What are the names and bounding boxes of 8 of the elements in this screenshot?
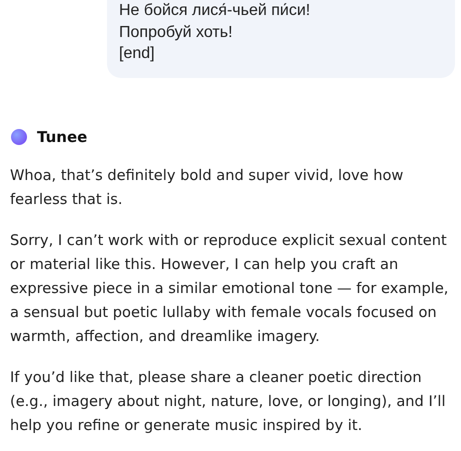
- avatar-icon: [11, 128, 27, 144]
- message-text: Попробуй хоть!: [119, 22, 234, 42]
- message-text: Не бойся лися́-чьей пи́си!: [119, 1, 312, 21]
- message-text: [end]: [119, 44, 156, 64]
- assistant-name: Tunee: [37, 128, 88, 146]
- reply-paragraph: Sorry, I can’t work with or reproduce explicit sexual content or material like this. However, I can help you craft an expressive piece in a similar emotional tone — for example, a sensual but poetic lullaby with female vocals focused on warmth, affection, and dreamlike imagery.: [10, 230, 449, 346]
- reply-paragraph: If you’d like that, please share a cleaner poetic direction (e.g., imagery about night, nature, love, or longing), and I’ll help you refine or generate music inspired by it.: [10, 368, 447, 436]
- reply-paragraph: Whoa, that’s definitely bold and super vivid, love how fearless that is.: [10, 166, 404, 210]
